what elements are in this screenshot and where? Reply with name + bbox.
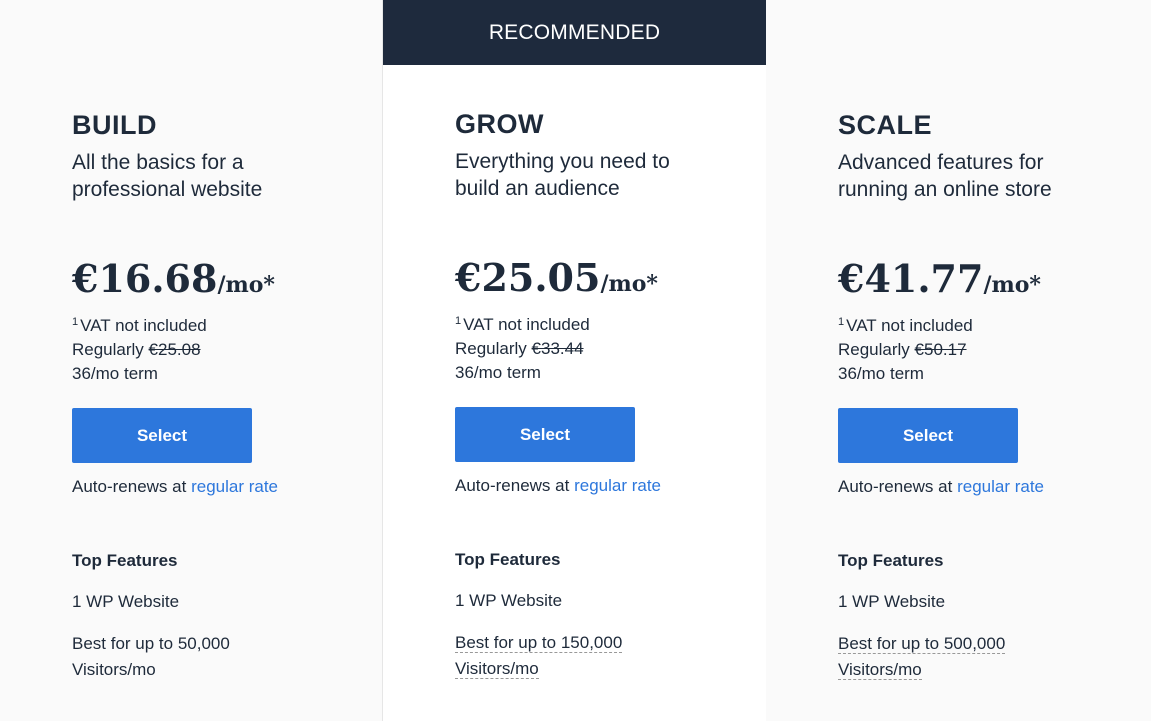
plan-price: €25.05/mo* — [455, 255, 755, 301]
renew-text: Auto-renews at — [455, 476, 570, 495]
regular-rate-link[interactable]: regular rate — [191, 477, 278, 496]
visitors-tooltip-trigger[interactable]: Best for up to 150,000 — [455, 633, 623, 653]
feature-item: 1 WP Website — [455, 591, 563, 610]
plan-description: Advanced features for running an online … — [838, 151, 1052, 201]
visitors-tooltip-trigger[interactable]: Visitors/mo — [455, 659, 539, 679]
plan-card-build: BUILD All the basics for a professional … — [0, 0, 384, 721]
plan-card-grow: RECOMMENDED GROW Everything you need to … — [382, 0, 767, 721]
select-button[interactable]: Select — [838, 408, 1018, 463]
auto-renew-note: Auto-renews at regular rate — [455, 476, 755, 496]
select-button[interactable]: Select — [455, 407, 635, 462]
price-period: /mo* — [600, 271, 658, 297]
term: 36/mo term — [838, 364, 924, 383]
price-details: 1 VAT not included Regularly €33.44 36/mo… — [455, 309, 755, 385]
price-amount: €25.05 — [455, 255, 601, 300]
plan-card-scale: SCALE Advanced features for running an o… — [766, 0, 1150, 721]
renew-text: Auto-renews at — [72, 477, 187, 496]
top-features-heading: Top Features — [838, 551, 944, 570]
select-button[interactable]: Select — [72, 408, 252, 463]
renew-text: Auto-renews at — [838, 477, 953, 496]
feature-item: 1 WP Website — [72, 592, 180, 611]
plan-description: Everything you need to build an audience — [455, 150, 670, 200]
plan-name: SCALE — [838, 110, 933, 140]
plan-name: BUILD — [72, 110, 157, 140]
regularly-label: Regularly — [838, 340, 910, 359]
recommended-banner: RECOMMENDED — [383, 0, 766, 65]
price-period: /mo* — [217, 272, 275, 298]
plan-price: €16.68/mo* — [72, 256, 372, 302]
feature-item-visitors: Best for up to 150,000 Visitors/mo — [455, 630, 755, 682]
visitors-tooltip-trigger[interactable]: Best for up to 50,000 — [72, 634, 230, 653]
price-period: /mo* — [983, 272, 1041, 298]
visitors-tooltip-trigger[interactable]: Best for up to 500,000 — [838, 634, 1006, 654]
auto-renew-note: Auto-renews at regular rate — [72, 477, 372, 497]
regular-price: €50.17 — [914, 340, 967, 359]
auto-renew-note: Auto-renews at regular rate — [838, 477, 1138, 497]
plan-price: €41.77/mo* — [838, 256, 1138, 302]
plan-name: GROW — [455, 109, 544, 139]
regular-rate-link[interactable]: regular rate — [957, 477, 1044, 496]
regular-price: €33.44 — [531, 339, 584, 358]
price-amount: €16.68 — [72, 256, 218, 301]
footnote-marker: 1 — [455, 315, 462, 327]
price-details: 1 VAT not included Regularly €25.08 36/mo… — [72, 310, 372, 386]
feature-item-visitors: Best for up to 500,000 Visitors/mo — [838, 631, 1138, 683]
feature-item: 1 WP Website — [838, 592, 946, 611]
term: 36/mo term — [72, 364, 158, 383]
term: 36/mo term — [455, 363, 541, 382]
regular-rate-link[interactable]: regular rate — [574, 476, 661, 495]
footnote-marker: 1 — [838, 316, 845, 328]
plan-description: All the basics for a professional websit… — [72, 151, 263, 201]
regular-price: €25.08 — [148, 340, 201, 359]
visitors-tooltip-trigger[interactable]: Visitors/mo — [838, 660, 922, 680]
regularly-label: Regularly — [455, 339, 527, 358]
top-features-heading: Top Features — [455, 550, 561, 569]
price-details: 1 VAT not included Regularly €50.17 36/mo… — [838, 310, 1138, 386]
vat-note: VAT not included — [846, 316, 973, 335]
price-amount: €41.77 — [838, 256, 984, 301]
visitors-tooltip-trigger[interactable]: Visitors/mo — [72, 660, 156, 679]
vat-note: VAT not included — [463, 315, 590, 334]
regularly-label: Regularly — [72, 340, 144, 359]
footnote-marker: 1 — [72, 316, 79, 328]
vat-note: VAT not included — [80, 316, 207, 335]
top-features-heading: Top Features — [72, 551, 178, 570]
feature-item-visitors: Best for up to 50,000 Visitors/mo — [72, 631, 372, 683]
